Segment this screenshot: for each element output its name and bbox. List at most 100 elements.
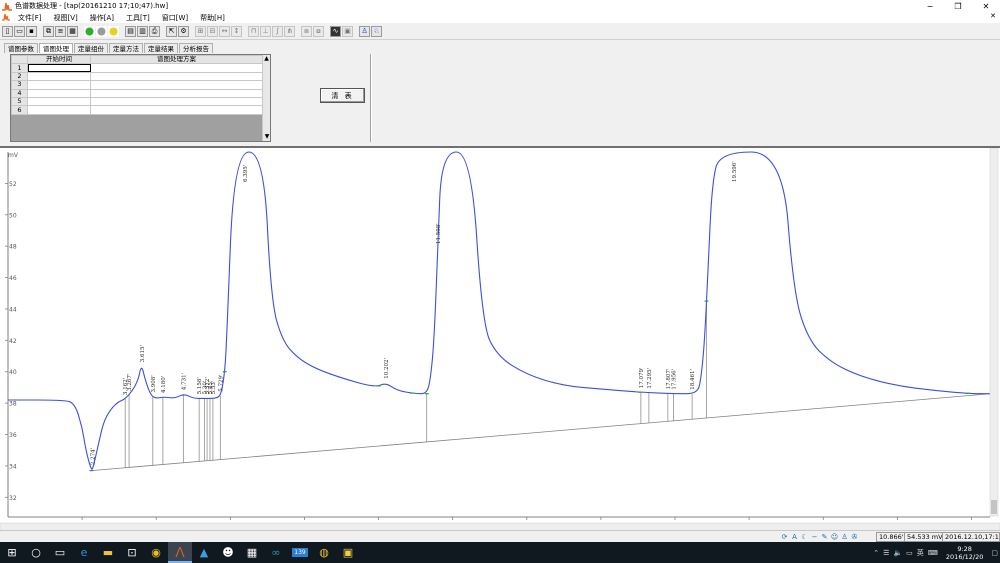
qq-icon[interactable]: ☻ xyxy=(216,542,240,563)
menu-tools[interactable]: 工具[T] xyxy=(120,13,156,23)
search-icon[interactable]: ○ xyxy=(24,542,48,563)
green-light-icon[interactable] xyxy=(84,25,95,37)
text-icon[interactable]: A xyxy=(790,532,799,541)
split-peak-icon[interactable]: ⋔ xyxy=(284,25,295,37)
print-icon[interactable]: ⎙ xyxy=(149,25,160,37)
chromatograph-icon[interactable]: ⋀ xyxy=(168,542,192,563)
table-scrollbar[interactable]: ▲ ▼ xyxy=(262,55,270,141)
baseline-icon[interactable]: ⊥ xyxy=(260,25,271,37)
overlay-icon[interactable]: ⧈ xyxy=(301,25,312,37)
tab-quant-results[interactable]: 定量结果 xyxy=(144,43,178,53)
menu-file[interactable]: 文件[F] xyxy=(12,13,48,23)
refresh-icon[interactable]: ⟳ xyxy=(780,532,789,541)
table-icon[interactable]: ▦ xyxy=(67,25,78,37)
tab-chromatogram-processing[interactable]: 谱图处理 xyxy=(39,43,73,53)
table-row: 2 xyxy=(11,71,263,82)
app-139-icon[interactable]: 139 xyxy=(288,542,312,563)
new-file-icon[interactable]: ▯ xyxy=(2,25,13,37)
minus-icon[interactable]: − xyxy=(810,532,819,541)
clear-table-button[interactable]: 清 表 xyxy=(320,88,365,103)
compare-icon[interactable]: ⧇ xyxy=(313,25,324,37)
table-cell[interactable] xyxy=(90,80,263,90)
processing-table[interactable]: 开始时间 谱图处理方案 1 2 3 4 5 6 ▲ ▼ xyxy=(10,54,271,142)
smile-icon[interactable]: ☺ xyxy=(830,532,839,541)
table-cell[interactable] xyxy=(27,63,91,73)
settings-icon[interactable]: ⚙ xyxy=(178,25,189,37)
app-note-icon[interactable]: ▣ xyxy=(336,542,360,563)
zoom-in-icon[interactable]: ⊞ xyxy=(195,25,206,37)
table-cell[interactable] xyxy=(27,88,91,98)
tab-chromatogram-params[interactable]: 谱图参数 xyxy=(4,43,38,53)
start-icon[interactable]: ⊞ xyxy=(0,542,24,563)
taskbar-clock[interactable]: 9:28 2016/12/20 xyxy=(946,545,983,561)
table-cell[interactable] xyxy=(90,88,263,98)
export-icon[interactable]: ⇱ xyxy=(166,25,177,37)
restore-button[interactable]: ❐ xyxy=(944,0,972,12)
signal-view-icon[interactable]: ∿ xyxy=(330,25,341,37)
table-cell[interactable] xyxy=(27,71,91,82)
tray-battery-icon[interactable]: ▭ xyxy=(906,549,913,557)
table-cell[interactable] xyxy=(27,105,91,115)
table-cell[interactable] xyxy=(90,105,263,115)
menu-view[interactable]: 视图[V] xyxy=(48,13,84,23)
title-bar[interactable]: 色谱数据处理 - [tap(20161210 17;10;47).hw] − ❐… xyxy=(0,0,1000,12)
wrench-icon[interactable]: ✇ xyxy=(850,532,859,541)
scroll-down-icon[interactable]: ▼ xyxy=(263,133,270,141)
peak-label: 5.53' xyxy=(211,381,217,395)
calculator-icon[interactable]: ▦ xyxy=(240,542,264,563)
table-cell[interactable] xyxy=(27,80,91,90)
table-cell[interactable] xyxy=(90,71,263,82)
tray-volume-icon[interactable]: 🔈 xyxy=(893,549,902,557)
tab-quant-method[interactable]: 定量方法 xyxy=(109,43,143,53)
moon-icon[interactable]: ☾ xyxy=(800,532,809,541)
help-user-icon[interactable]: ♘ xyxy=(371,25,382,37)
integrate-icon[interactable]: ∫ xyxy=(272,25,283,37)
tab-quant-components[interactable]: 定量组份 xyxy=(74,43,108,53)
close-button[interactable]: ✕ xyxy=(972,0,1000,12)
table-cell[interactable] xyxy=(27,96,91,107)
tray-up-icon[interactable]: ⌃ xyxy=(873,549,879,557)
person-icon[interactable]: ♙ xyxy=(840,532,849,541)
open-folder-icon[interactable]: ▭ xyxy=(14,25,25,37)
app-norton-icon[interactable]: ◍ xyxy=(312,542,336,563)
photos-icon[interactable]: ▲ xyxy=(192,542,216,563)
clock-time: 9:28 xyxy=(957,544,972,553)
copy-icon[interactable]: ⧉ xyxy=(43,25,54,37)
tray-keyboard-icon[interactable]: ⌨ xyxy=(928,549,938,557)
zoom-y-icon[interactable]: ↕ xyxy=(231,25,242,37)
table-cell[interactable] xyxy=(90,96,263,107)
yellow-light-icon[interactable] xyxy=(108,25,119,37)
user-icon[interactable]: ♙ xyxy=(359,25,370,37)
explorer-icon[interactable]: ▬ xyxy=(96,542,120,563)
peak-mark-icon[interactable]: ⊓ xyxy=(248,25,259,37)
zoom-out-icon[interactable]: ⊟ xyxy=(207,25,218,37)
scroll-up-icon[interactable]: ▲ xyxy=(263,55,270,63)
table-row: 6 xyxy=(11,105,263,115)
document-list-icon[interactable]: ≡ xyxy=(55,25,66,37)
chromatogram-chart[interactable]: 3234363840424446485052mV2468101214161820… xyxy=(0,146,1000,532)
gray-light-icon[interactable] xyxy=(96,25,107,37)
arduino-icon[interactable]: ∞ xyxy=(264,542,288,563)
chrome-icon[interactable]: ◉ xyxy=(144,542,168,563)
close-document-button[interactable]: ✕ xyxy=(990,12,996,20)
minimize-button[interactable]: − xyxy=(916,0,944,12)
tray-network-icon[interactable]: ☰ xyxy=(883,549,889,557)
zoom-x-icon[interactable]: ↔ xyxy=(219,25,230,37)
report-icon[interactable]: ▥ xyxy=(137,25,148,37)
print-preview-icon[interactable]: ▤ xyxy=(125,25,136,37)
chart-option-icon[interactable]: ▣ xyxy=(342,25,353,37)
table-cell[interactable] xyxy=(90,63,263,73)
chromatogram-svg[interactable]: 3234363840424446485052mV2468101214161820… xyxy=(0,148,1000,532)
edge-icon[interactable]: e xyxy=(72,542,96,563)
store-icon[interactable]: ⊡ xyxy=(120,542,144,563)
pen-icon[interactable]: ✎ xyxy=(820,532,829,541)
tab-analysis-report[interactable]: 分析报告 xyxy=(179,43,213,53)
menu-window[interactable]: 窗口[W] xyxy=(156,13,194,23)
tray-language[interactable]: 英 xyxy=(917,548,924,558)
menu-operate[interactable]: 操作[A] xyxy=(84,13,120,23)
menu-help[interactable]: 帮助[H] xyxy=(194,13,231,23)
y-tick-label: 48 xyxy=(9,244,17,251)
save-icon[interactable]: ▪ xyxy=(26,25,37,37)
task-view-icon[interactable]: ▭ xyxy=(48,542,72,563)
notification-icon[interactable]: ▢ xyxy=(991,549,998,557)
